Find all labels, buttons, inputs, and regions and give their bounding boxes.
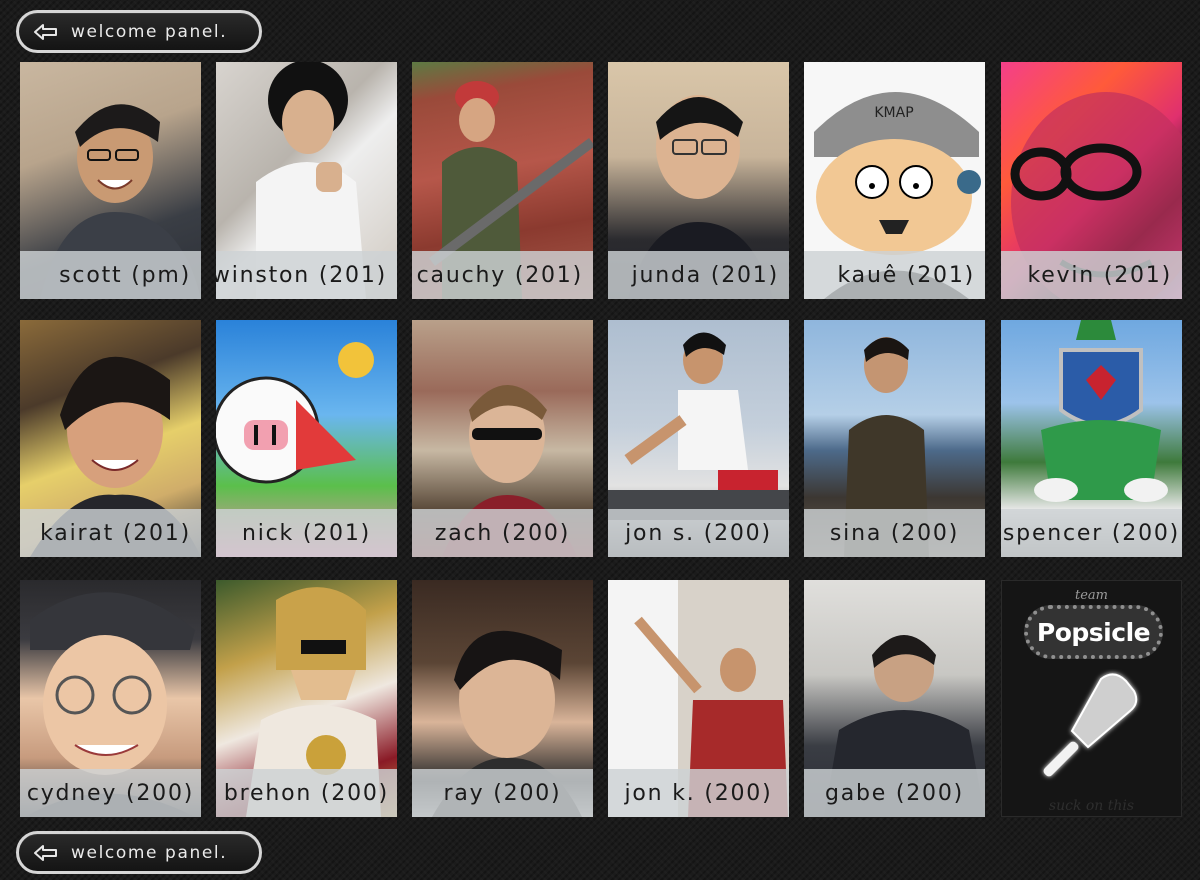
popsicle-icon xyxy=(1043,673,1138,777)
team-grid: scott (pm) winston (201) cauchy (201) ju… xyxy=(20,62,1184,820)
name-strip: zach (200) xyxy=(412,509,593,557)
popsicle-badge: Popsicle xyxy=(1024,605,1163,659)
team-member-card[interactable]: scott (pm) xyxy=(20,62,201,299)
member-name: cauchy (201) xyxy=(416,262,583,288)
name-strip: kauê (201) xyxy=(804,251,985,299)
name-strip: brehon (200) xyxy=(216,769,397,817)
name-strip: cydney (200) xyxy=(20,769,201,817)
member-name: sina (200) xyxy=(829,520,960,546)
member-name: cydney (200) xyxy=(26,780,195,806)
member-name: winston (201) xyxy=(216,262,387,288)
team-member-card[interactable]: nick (201) xyxy=(216,320,397,557)
member-name: brehon (200) xyxy=(223,780,390,806)
team-member-card[interactable]: sina (200) xyxy=(804,320,985,557)
name-strip: spencer (200) xyxy=(1001,509,1182,557)
name-strip: junda (201) xyxy=(608,251,789,299)
member-name: zach (200) xyxy=(434,520,571,546)
name-strip: winston (201) xyxy=(216,251,397,299)
tagline: suck on this xyxy=(1048,798,1135,814)
name-strip: nick (201) xyxy=(216,509,397,557)
member-name: scott (pm) xyxy=(59,262,191,288)
welcome-panel-label: welcome panel. xyxy=(71,842,228,863)
welcome-panel-button-top[interactable]: welcome panel. xyxy=(16,10,262,53)
team-popsicle-logo: team Popsicle suck on this xyxy=(1001,580,1182,817)
name-strip: sina (200) xyxy=(804,509,985,557)
svg-text:KMAP: KMAP xyxy=(874,105,913,121)
name-strip: kevin (201) xyxy=(1001,251,1182,299)
member-name: jon s. (200) xyxy=(625,520,772,546)
member-name: gabe (200) xyxy=(824,780,965,806)
welcome-panel-button-bottom[interactable]: welcome panel. xyxy=(16,831,262,874)
team-member-card[interactable]: KMAP kauê (201) xyxy=(804,62,985,299)
name-strip: jon s. (200) xyxy=(608,509,789,557)
team-member-card[interactable]: kairat (201) xyxy=(20,320,201,557)
team-member-card[interactable]: zach (200) xyxy=(412,320,593,557)
name-strip: jon k. (200) xyxy=(608,769,789,817)
team-member-card[interactable]: kevin (201) xyxy=(1001,62,1182,299)
member-name: kauê (201) xyxy=(837,262,975,288)
member-name: spencer (200) xyxy=(1002,520,1181,546)
member-name: junda (201) xyxy=(631,262,779,288)
team-member-card[interactable]: gabe (200) xyxy=(804,580,985,817)
name-strip: gabe (200) xyxy=(804,769,985,817)
team-member-card[interactable]: junda (201) xyxy=(608,62,789,299)
back-arrow-icon xyxy=(33,843,59,863)
name-strip: ray (200) xyxy=(412,769,593,817)
member-name: jon k. (200) xyxy=(624,780,773,806)
team-member-card[interactable]: cydney (200) xyxy=(20,580,201,817)
team-member-card[interactable]: jon s. (200) xyxy=(608,320,789,557)
back-arrow-icon xyxy=(33,22,59,42)
name-strip: kairat (201) xyxy=(20,509,201,557)
name-strip: cauchy (201) xyxy=(412,251,593,299)
team-member-card[interactable]: spencer (200) xyxy=(1001,320,1182,557)
team-member-card[interactable]: jon k. (200) xyxy=(608,580,789,817)
brand-name: Popsicle xyxy=(1036,617,1151,647)
name-strip: scott (pm) xyxy=(20,251,201,299)
team-member-card[interactable]: winston (201) xyxy=(216,62,397,299)
member-name: nick (201) xyxy=(241,520,372,546)
member-name: ray (200) xyxy=(443,780,562,806)
member-name: kairat (201) xyxy=(40,520,191,546)
welcome-panel-label: welcome panel. xyxy=(71,21,228,42)
team-member-card[interactable]: cauchy (201) xyxy=(412,62,593,299)
team-label: team xyxy=(1075,588,1108,603)
team-member-card[interactable]: ray (200) xyxy=(412,580,593,817)
member-name: kevin (201) xyxy=(1027,262,1172,288)
team-member-card[interactable]: brehon (200) xyxy=(216,580,397,817)
